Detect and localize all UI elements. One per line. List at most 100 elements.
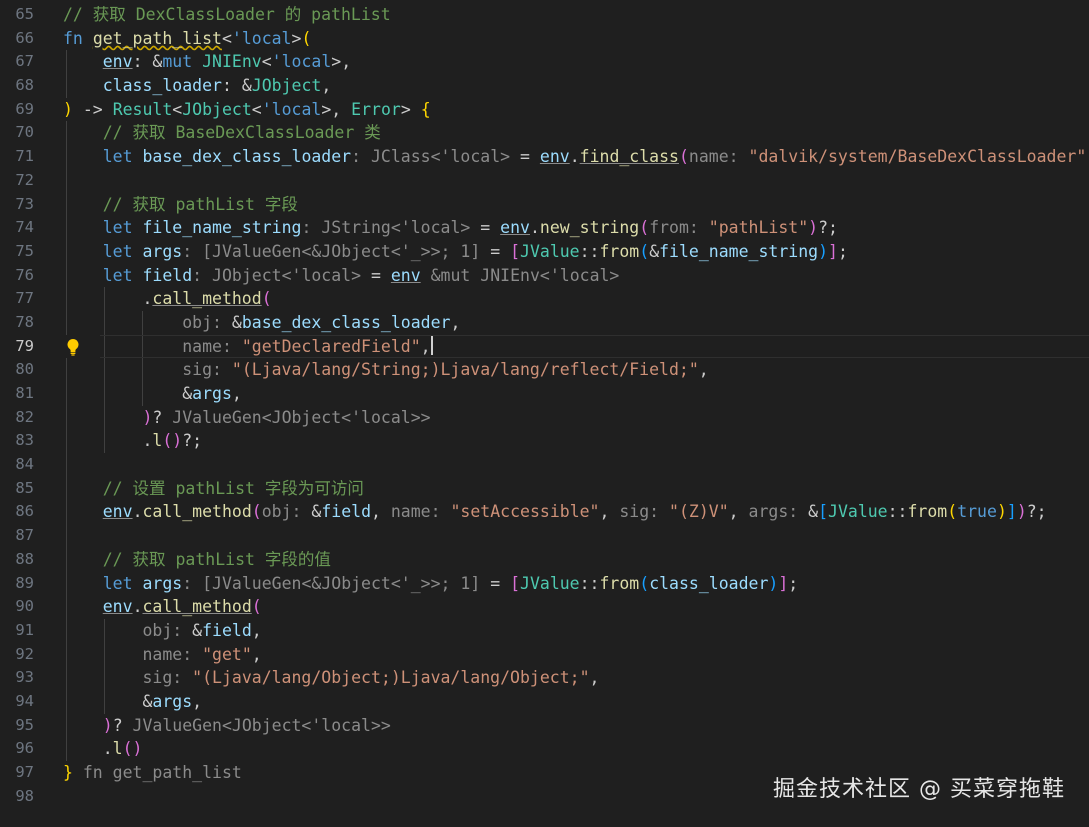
code-text: // 获取 pathList 字段 — [63, 193, 298, 217]
line-number: 97 — [15, 763, 34, 781]
code-token: [ — [510, 573, 521, 593]
code-line[interactable]: 80 sig: "(Ljava/lang/String;)Ljava/lang/… — [0, 358, 1089, 382]
code-token: , — [698, 360, 709, 380]
indent-guide — [66, 453, 67, 477]
code-line[interactable]: 91 obj: &field, — [0, 618, 1089, 643]
code-line[interactable]: 85 // 设置 pathList 字段为可访问 — [0, 476, 1089, 501]
code-token: field — [202, 620, 252, 640]
code-token: 'local — [261, 99, 322, 119]
code-token: field — [321, 502, 371, 522]
code-token: : [JValueGen<&JObject<'_>>; 1] — [182, 573, 481, 593]
code-text: ) -> Result<JObject<'local>, Error> { — [63, 98, 431, 122]
code-line[interactable]: 88 // 获取 pathList 字段的值 — [0, 547, 1089, 572]
code-line[interactable]: 96 .l() — [0, 737, 1089, 761]
code-token: l — [152, 431, 163, 451]
line-number: 96 — [15, 739, 34, 758]
code-editor[interactable]: 65 // 获取 DexClassLoader 的 pathList 66 fn ge… — [0, 3, 1089, 808]
code-line[interactable]: 70 // 获取 BaseDexClassLoader 类 — [0, 121, 1089, 146]
code-token: , — [192, 691, 203, 711]
code-token: < — [261, 52, 272, 72]
code-token: field — [142, 265, 193, 285]
code-token: "get" — [202, 644, 252, 664]
code-token: obj: — [261, 502, 312, 522]
code-token: "setAccessible" — [450, 502, 600, 522]
code-line[interactable]: 69) -> Result<JObject<'local>, Error> { — [0, 98, 1089, 122]
code-line[interactable]: 77 .call_method( — [0, 287, 1089, 311]
code-token: obj: — [142, 620, 193, 640]
code-line[interactable]: 89 let args: [JValueGen<&JObject<'_>>; 1… — [0, 571, 1089, 596]
code-line[interactable]: 75 let args: [JValueGen<&JObject<'_>>; 1… — [0, 239, 1089, 264]
code-line[interactable]: 81 &args, — [0, 382, 1089, 406]
code-line[interactable]: 83 .l()?; — [0, 429, 1089, 454]
code-line[interactable]: 95 )? JValueGen<JObject<'local>> — [0, 713, 1089, 738]
code-line[interactable]: 76 let field: JObject<'local> = env &mut… — [0, 263, 1089, 288]
code-line[interactable]: 79 name: "getDeclaredField", — [0, 334, 1089, 359]
line-number: 82 — [15, 407, 34, 426]
code-token: args — [192, 384, 232, 403]
code-line[interactable]: 84 — [0, 453, 1089, 477]
code-token: let — [102, 265, 143, 285]
code-token: & — [192, 620, 203, 640]
code-token: ] — [1006, 502, 1017, 522]
code-token: name: — [182, 336, 242, 356]
code-line[interactable]: 94 &args, — [0, 689, 1089, 714]
indent-guide — [66, 168, 67, 193]
code-token: env — [102, 597, 133, 617]
code-token: = — [480, 573, 511, 593]
code-token: [ — [818, 502, 829, 522]
code-token: sig: — [182, 360, 232, 380]
code-token: ( — [639, 573, 650, 593]
code-token: ( — [301, 28, 312, 48]
code-token: = — [480, 241, 511, 261]
code-token: args — [152, 691, 193, 711]
code-token: . — [63, 289, 153, 309]
code-line[interactable]: 67 env: &mut JNIEnv<'local>, — [0, 50, 1089, 75]
code-token: Result — [112, 99, 173, 119]
code-token: ) — [142, 407, 153, 427]
line-number: 72 — [15, 170, 34, 189]
code-token: class_loader — [102, 76, 222, 96]
code-line[interactable]: 90 env.call_method( — [0, 595, 1089, 619]
code-line[interactable]: 78 obj: &base_dex_class_loader, — [0, 310, 1089, 335]
code-line[interactable]: 93 sig: "(Ljava/lang/Object;)Ljava/lang/… — [0, 666, 1089, 690]
code-token: [ — [510, 241, 521, 261]
code-token: name: — [142, 644, 203, 664]
code-token: >, — [321, 99, 352, 119]
code-text: &args, — [63, 382, 242, 406]
code-token: = — [510, 147, 540, 167]
code-line[interactable]: 92 name: "get", — [0, 642, 1089, 667]
code-token: , — [599, 502, 620, 522]
code-token: let — [102, 147, 143, 167]
code-token: args: — [748, 502, 809, 522]
code-token: // 获取 pathList 字段 — [102, 194, 298, 214]
code-text: .l()?; — [63, 429, 202, 453]
code-line[interactable]: 65 // 获取 DexClassLoader 的 pathList — [0, 3, 1089, 27]
code-line[interactable]: 72 — [0, 168, 1089, 193]
code-text: )? JValueGen<JObject<'local>> — [63, 406, 430, 430]
code-token: "dalvik/system/BaseDexClassLoader" — [748, 147, 1087, 167]
code-text: env.call_method( — [63, 595, 262, 619]
code-line[interactable]: 68 class_loader: &JObject, — [0, 74, 1089, 98]
code-token: obj: — [182, 312, 232, 332]
code-line[interactable]: 66 fn get_path_list<'local>( — [0, 27, 1089, 51]
code-token: sig: — [142, 668, 193, 688]
code-token: env — [102, 502, 133, 522]
code-token: : [JValueGen<&JObject<'_>>; 1] — [182, 241, 481, 261]
code-line[interactable]: 71 let base_dex_class_loader: JClass<'lo… — [0, 145, 1089, 169]
code-line[interactable]: 74 let file_name_string: JString<'local>… — [0, 216, 1089, 240]
code-line[interactable]: 73 // 获取 pathList 字段 — [0, 192, 1089, 217]
code-token: env — [500, 218, 530, 238]
code-line[interactable]: 86 env.call_method(obj: &field, name: "s… — [0, 500, 1089, 525]
code-token: ( — [639, 218, 650, 238]
code-text: env.call_method(obj: &field, name: "setA… — [63, 500, 1047, 524]
code-token: args — [142, 573, 183, 593]
code-line[interactable]: 82 )? JValueGen<JObject<'local>> — [0, 405, 1089, 430]
line-number: 73 — [15, 194, 34, 213]
code-line[interactable]: 87 — [0, 524, 1089, 548]
